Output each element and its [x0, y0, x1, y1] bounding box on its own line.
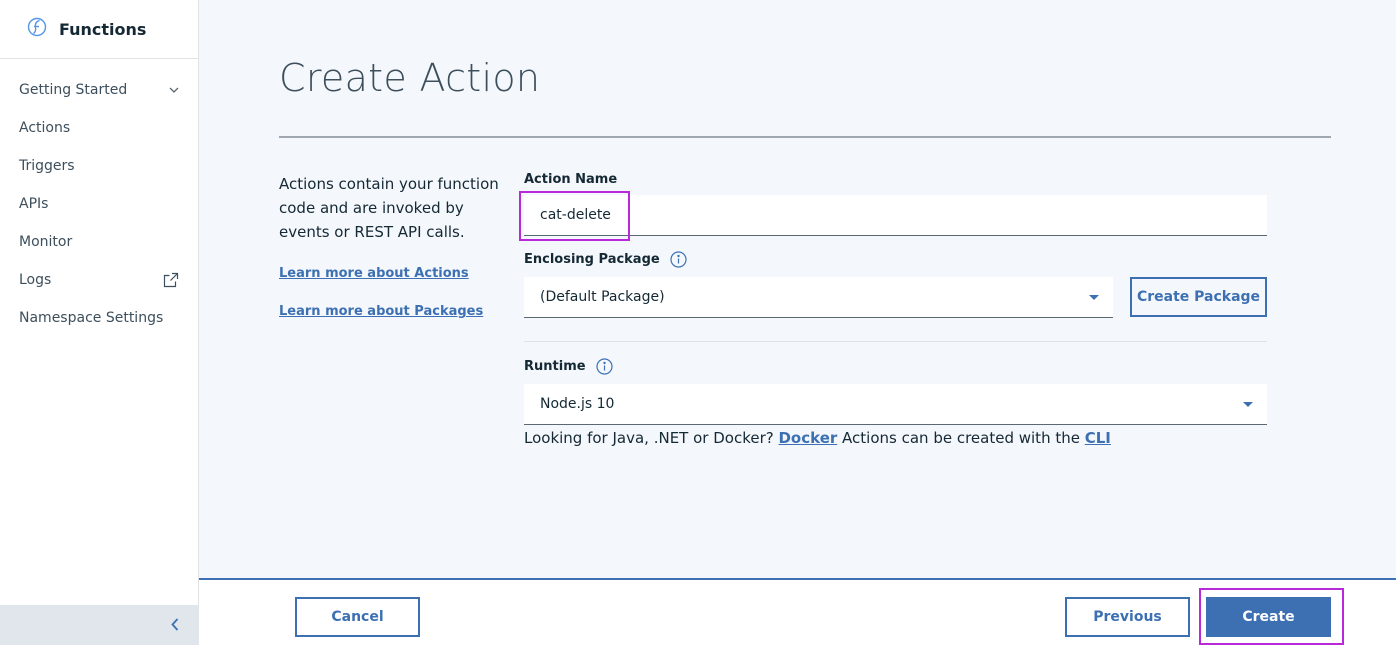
functions-logo-icon: [26, 16, 48, 42]
external-link-icon: [163, 272, 179, 288]
brand-title: Functions: [59, 19, 147, 39]
sidebar-collapse-button[interactable]: [0, 605, 199, 645]
enclosing-package-value: (Default Package): [540, 289, 665, 305]
runtime-label-text: Runtime: [524, 359, 586, 374]
runtime-select[interactable]: Node.js 10: [524, 384, 1267, 425]
create-package-button[interactable]: Create Package: [1130, 277, 1267, 317]
sidebar-item-label: Getting Started: [19, 82, 128, 98]
sidebar-item-label: Namespace Settings: [19, 310, 164, 326]
runtime-value: Node.js 10: [540, 396, 615, 412]
info-icon[interactable]: [595, 358, 613, 375]
form-divider: [524, 341, 1267, 342]
sidebar-item-label: Actions: [19, 120, 71, 136]
create-button[interactable]: Create: [1206, 597, 1331, 637]
cancel-button[interactable]: Cancel: [295, 597, 420, 637]
page-title: Create Action: [279, 56, 541, 100]
chevron-down-icon: [169, 87, 179, 93]
enclosing-package-select[interactable]: (Default Package): [524, 277, 1113, 318]
sidebar-item-label: APIs: [19, 196, 49, 212]
sidebar-item-logs[interactable]: Logs: [0, 261, 198, 299]
docker-link[interactable]: Docker: [778, 429, 837, 447]
caret-down-icon: [1243, 401, 1253, 407]
sidebar-item-namespace-settings[interactable]: Namespace Settings: [0, 299, 198, 337]
action-name-input[interactable]: [524, 195, 1267, 236]
sidebar-item-label: Monitor: [19, 234, 73, 250]
hint-middle: Actions can be created with the: [837, 429, 1085, 447]
action-name-label-text: Action Name: [524, 172, 618, 187]
sidebar: Functions Getting Started Actions Trigge…: [0, 0, 199, 645]
action-name-label: Action Name: [524, 172, 617, 187]
hint-prefix: Looking for Java, .NET or Docker?: [524, 429, 779, 447]
chevron-left-icon: [171, 616, 179, 635]
brand-header[interactable]: Functions: [0, 0, 198, 59]
sidebar-item-getting-started[interactable]: Getting Started: [0, 71, 198, 109]
enclosing-package-label-text: Enclosing Package: [524, 252, 660, 267]
learn-more-packages-link[interactable]: Learn more about Packages: [279, 304, 483, 319]
previous-button[interactable]: Previous: [1065, 597, 1190, 637]
sidebar-item-triggers[interactable]: Triggers: [0, 147, 198, 185]
title-divider: [279, 136, 1331, 138]
sidebar-item-actions[interactable]: Actions: [0, 109, 198, 147]
sidebar-nav: Getting Started Actions Triggers APIs Mo…: [0, 59, 198, 337]
runtime-label: Runtime: [524, 358, 613, 375]
caret-down-icon: [1089, 294, 1099, 300]
sidebar-item-monitor[interactable]: Monitor: [0, 223, 198, 261]
runtime-hint: Looking for Java, .NET or Docker? Docker…: [524, 429, 1111, 447]
sidebar-item-label: Logs: [19, 272, 52, 288]
cli-link[interactable]: CLI: [1085, 429, 1111, 447]
enclosing-package-label: Enclosing Package: [524, 251, 687, 268]
action-description: Actions contain your function code and a…: [279, 175, 499, 241]
info-icon[interactable]: [670, 251, 687, 268]
footer-bar: Cancel Previous Create: [199, 578, 1396, 645]
sidebar-item-label: Triggers: [19, 158, 75, 174]
learn-more-actions-link[interactable]: Learn more about Actions: [279, 266, 469, 281]
sidebar-item-apis[interactable]: APIs: [0, 185, 198, 223]
main-content: Create Action Actions contain your funct…: [199, 0, 1396, 580]
